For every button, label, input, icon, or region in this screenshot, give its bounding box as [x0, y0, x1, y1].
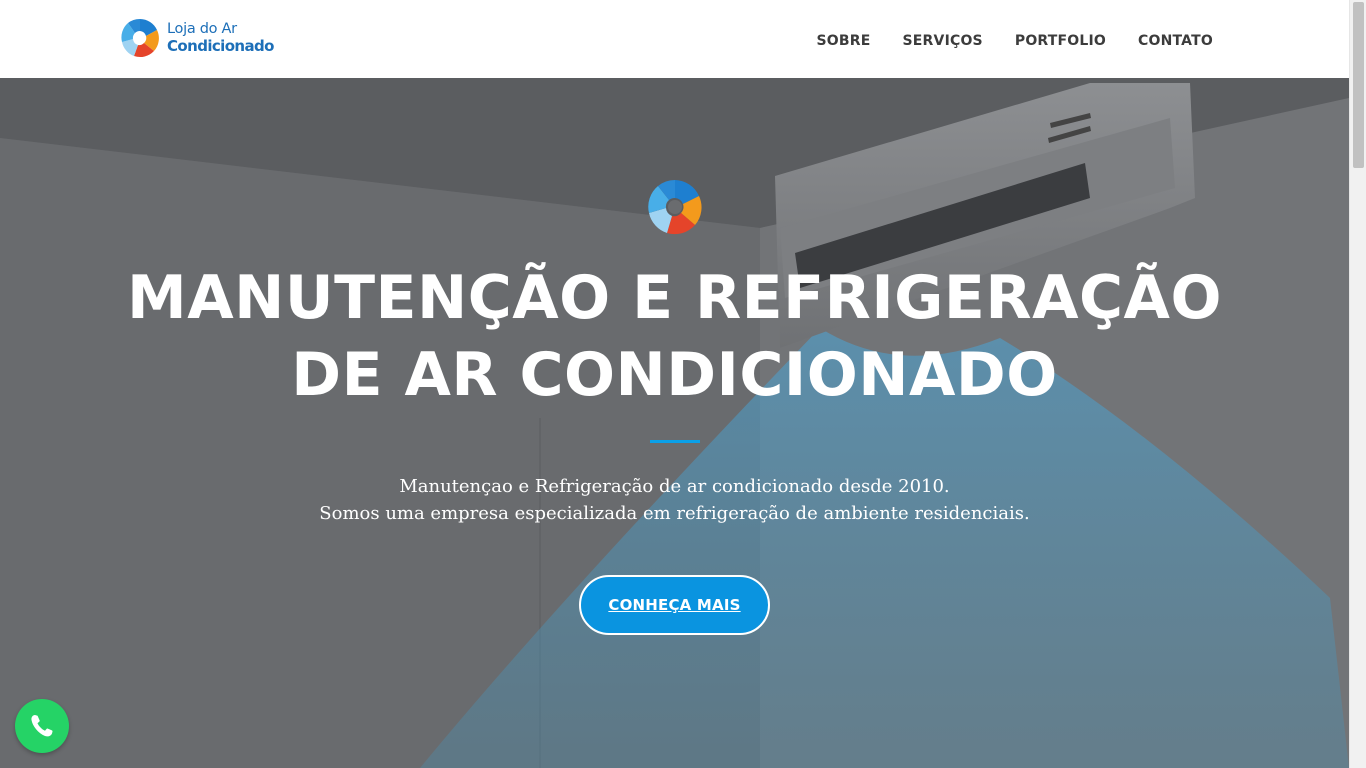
brand-line1: Loja do Ar: [167, 21, 237, 38]
nav-link-servicos[interactable]: SERVIÇOS: [903, 33, 983, 49]
hero-content: MANUTENÇÃO E REFRIGERAÇÃO DE AR CONDICIO…: [0, 78, 1349, 768]
learn-more-button[interactable]: CONHEÇA MAIS: [579, 575, 770, 635]
whatsapp-icon: [31, 715, 53, 737]
hero-divider: [650, 440, 700, 443]
page-scrollbar[interactable]: [1349, 0, 1366, 768]
hero-title-line2: DE AR CONDICIONADO: [291, 340, 1058, 410]
brand-line2: Condicionado: [167, 36, 274, 55]
swirl-logo-icon: [121, 18, 159, 58]
site-header: Loja do Ar Condicionado SOBRE SERVIÇOS P…: [0, 0, 1349, 78]
hero-desc-line2: Somos uma empresa especializada em refri…: [319, 503, 1030, 524]
scrollbar-thumb[interactable]: [1353, 2, 1364, 168]
whatsapp-button[interactable]: [15, 699, 69, 753]
nav-link-sobre[interactable]: SOBRE: [817, 33, 871, 49]
nav-item-portfolio: PORTFOLIO: [1015, 30, 1106, 49]
hero-description: Manutençao e Refrigeração de ar condicio…: [200, 473, 1149, 527]
nav-item-servicos: SERVIÇOS: [903, 30, 983, 49]
nav-link-portfolio[interactable]: PORTFOLIO: [1015, 33, 1106, 49]
hero-section: MANUTENÇÃO E REFRIGERAÇÃO DE AR CONDICIO…: [0, 78, 1349, 768]
nav-item-contato: CONTATO: [1138, 30, 1213, 49]
hero-title: MANUTENÇÃO E REFRIGERAÇÃO DE AR CONDICIO…: [100, 260, 1249, 414]
nav-link-contato[interactable]: CONTATO: [1138, 33, 1213, 49]
swirl-logo-icon: [648, 179, 702, 235]
brand-name: Loja do Ar Condicionado: [167, 22, 274, 54]
nav-item-sobre: SOBRE: [817, 30, 871, 49]
hero-title-line1: MANUTENÇÃO E REFRIGERAÇÃO: [127, 263, 1222, 333]
main-nav: SOBRE SERVIÇOS PORTFOLIO CONTATO: [817, 30, 1213, 49]
brand-logo-link[interactable]: Loja do Ar Condicionado: [119, 17, 274, 59]
hero-desc-line1: Manutençao e Refrigeração de ar condicio…: [399, 476, 950, 497]
